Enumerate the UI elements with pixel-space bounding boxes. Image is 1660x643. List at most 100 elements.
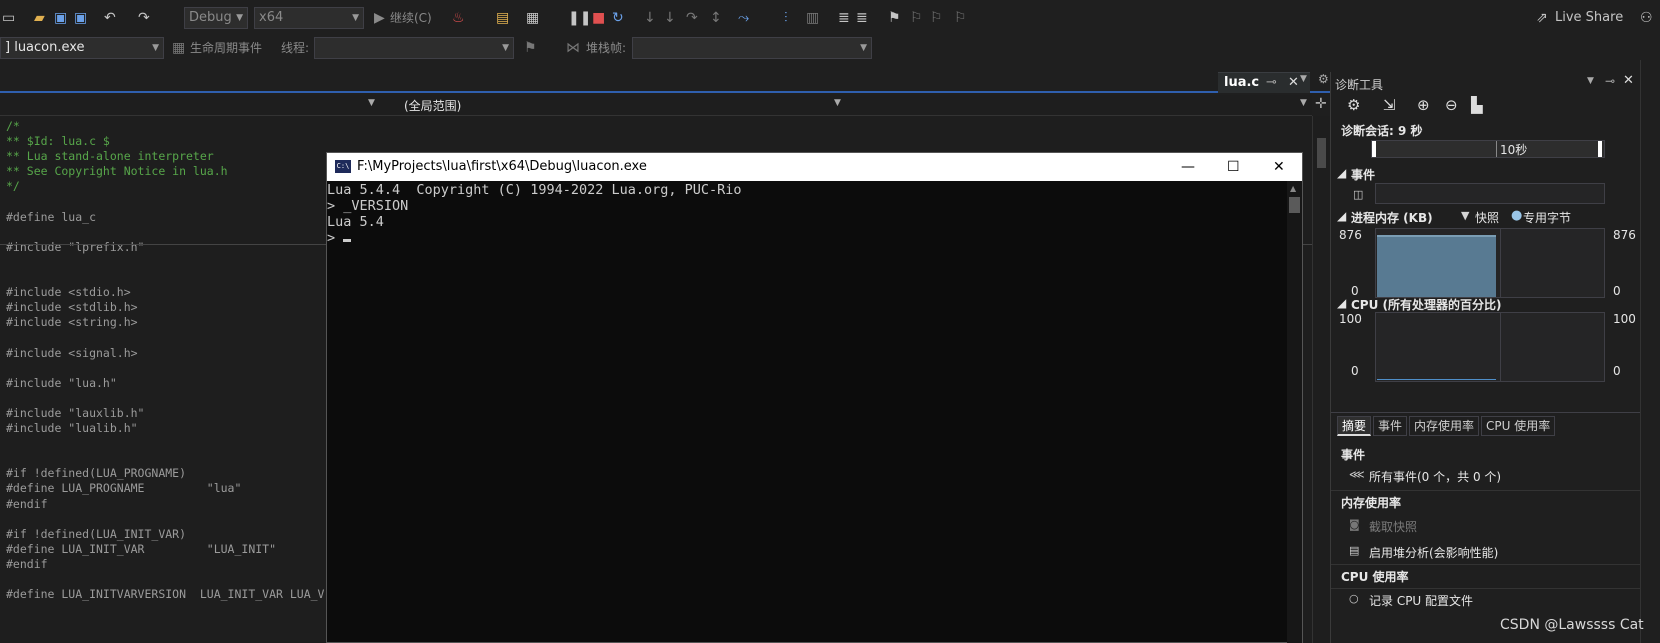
close-icon[interactable]: ✕	[1623, 73, 1634, 88]
watermark: CSDN @Lawssss Cat	[1500, 617, 1644, 633]
step-back-icon[interactable]: ↕	[710, 9, 722, 27]
timeline-ruler[interactable]: 10秒	[1371, 140, 1605, 158]
stackframe-select[interactable]: ▼	[632, 37, 872, 59]
record-cpu-profile[interactable]: 记录 CPU 配置文件	[1369, 592, 1473, 609]
console-scrollbar[interactable]: ▲	[1287, 181, 1302, 643]
tab-cpu-usage[interactable]: CPU 使用率	[1481, 416, 1556, 436]
pin-icon[interactable]: ⊸	[1605, 74, 1615, 88]
scroll-up-icon[interactable]: ▲	[1290, 184, 1299, 194]
split-editor-icon[interactable]: ✛	[1315, 96, 1327, 112]
continue-icon[interactable]: ▶	[374, 9, 385, 27]
take-snapshot-button[interactable]: 截取快照	[1369, 518, 1417, 535]
step-into-icon[interactable]: ↓	[644, 9, 656, 27]
stop-icon[interactable]: ■	[592, 9, 605, 27]
tab-events[interactable]: 事件	[1373, 416, 1408, 436]
clear-bookmark-icon[interactable]: ⚐	[954, 9, 967, 27]
editor-vertical-scrollbar[interactable]	[1312, 116, 1330, 643]
thread-select[interactable]: ▼	[314, 37, 514, 59]
reset-zoom-icon[interactable]: ▙	[1471, 96, 1483, 114]
redo-icon[interactable]: ↷	[138, 9, 150, 27]
console-line: Lua 5.4.4 Copyright (C) 1994-2022 Lua.or…	[327, 182, 742, 198]
undo-icon[interactable]: ↶	[104, 9, 116, 27]
pause-icon[interactable]: ❚❚	[568, 9, 591, 27]
code-line: */	[6, 179, 20, 194]
snapshot-legend-icon: ▼	[1461, 209, 1470, 222]
console-window[interactable]: C:\ F:\MyProjects\lua\first\x64\Debug\lu…	[326, 152, 1303, 643]
outdent-icon[interactable]: ≣	[856, 9, 868, 27]
divider	[1331, 564, 1641, 565]
save-icon[interactable]: ▣	[54, 9, 67, 27]
restart-icon[interactable]: ↻	[612, 9, 624, 27]
step-out-icon[interactable]: ↷	[686, 9, 698, 27]
flag-icon[interactable]: ⚑	[524, 39, 537, 57]
collapse-icon[interactable]: ◢	[1337, 209, 1346, 223]
hot-reload-icon[interactable]: ♨	[452, 9, 465, 27]
export-icon[interactable]: ⇲	[1383, 96, 1396, 114]
memory-min-right: 0	[1613, 284, 1621, 298]
code-line: #include "lprefix.h"	[6, 239, 145, 254]
events-track[interactable]	[1375, 183, 1605, 204]
lifecycle-events-label[interactable]: 生命周期事件	[190, 39, 262, 57]
tab-summary[interactable]: 摘要	[1337, 416, 1372, 436]
settings-gear-icon[interactable]: ⚙	[1347, 96, 1360, 114]
events-section-header: 事件	[1351, 168, 1376, 182]
close-button[interactable]: ✕	[1273, 153, 1285, 181]
prev-bookmark-icon[interactable]: ⚐	[910, 9, 923, 27]
stack-icon[interactable]: ▥	[806, 9, 819, 27]
chevron-down-icon[interactable]: ▼	[1587, 76, 1594, 86]
events-pause-icon: ◫	[1353, 188, 1364, 201]
cpu-max-left: 100	[1339, 312, 1362, 326]
scrollbar-thumb[interactable]	[1289, 197, 1300, 213]
save-all-icon[interactable]: ▣	[74, 9, 87, 27]
cpu-chart[interactable]	[1375, 312, 1605, 382]
maximize-button[interactable]: ☐	[1227, 153, 1240, 181]
chevron-down-icon[interactable]: ▼	[368, 98, 375, 108]
thread-label: 线程:	[281, 41, 310, 55]
account-icon[interactable]: ⚇	[1640, 9, 1653, 27]
tab-memory-usage[interactable]: 内存使用率	[1409, 416, 1480, 436]
minimize-button[interactable]: —	[1181, 153, 1195, 181]
console-output[interactable]: Lua 5.4.4 Copyright (C) 1994-2022 Lua.or…	[327, 181, 1287, 643]
chevron-down-icon[interactable]: ▼	[834, 98, 841, 108]
collapse-icon[interactable]: ◢	[1337, 296, 1346, 310]
close-icon[interactable]: ✕	[1288, 73, 1299, 92]
settings-gear-icon[interactable]: ⚙	[1318, 72, 1329, 86]
zoom-out-icon[interactable]: ⊖	[1445, 96, 1458, 114]
enable-heap-profiling[interactable]: 启用堆分析(会影响性能)	[1369, 544, 1498, 561]
platform-select[interactable]: x64 ▼	[254, 7, 364, 29]
show-threads-icon[interactable]: ⫶	[784, 9, 788, 27]
lifecycle-icon: ▦	[172, 40, 186, 56]
timeline-start-handle[interactable]	[1372, 141, 1376, 157]
zoom-in-icon[interactable]: ⊕	[1417, 96, 1430, 114]
continue-button[interactable]: 继续(C)	[390, 9, 432, 27]
new-project-icon[interactable]: ▭	[2, 9, 15, 27]
code-line: ** Lua stand-alone interpreter	[6, 149, 214, 164]
code-line: #include <stdio.h>	[6, 285, 131, 300]
open-folder-icon[interactable]: ▰	[34, 9, 45, 27]
memory-chart[interactable]	[1375, 228, 1605, 298]
live-share-icon[interactable]: ⇗	[1536, 9, 1548, 27]
tab-lua-c[interactable]: lua.c ⊸ ✕	[1218, 72, 1310, 93]
pin-icon[interactable]: ⊸	[1266, 73, 1277, 92]
next-bookmark-icon[interactable]: ⚐	[930, 9, 943, 27]
tab-list-chevron-icon[interactable]: ▼	[1300, 74, 1307, 84]
configuration-select[interactable]: Debug ▼	[184, 7, 248, 29]
process-select[interactable]: ] luacon.exe ▼	[0, 37, 164, 59]
collapse-icon[interactable]: ◢	[1337, 166, 1346, 180]
all-events-link[interactable]: 所有事件(0 个，共 0 个)	[1369, 468, 1501, 485]
project-folder-icon[interactable]: ▤	[496, 9, 509, 27]
step-over-icon[interactable]: ↓	[664, 9, 676, 27]
chevron-down-icon[interactable]: ▼	[1300, 98, 1307, 108]
timeline-end-handle[interactable]	[1598, 141, 1602, 157]
bookmark-icon[interactable]: ⚑	[888, 9, 901, 27]
layout-icon[interactable]: ▦	[526, 9, 539, 27]
scrollbar-thumb[interactable]	[1317, 138, 1326, 168]
indent-icon[interactable]: ≣	[838, 9, 850, 27]
editor-navigation-bar: ▼ (全局范围) ▼ ▼	[0, 95, 1312, 116]
stackframe-label: 堆栈帧:	[586, 41, 627, 55]
breakpoint-filter-icon[interactable]: ⤳	[738, 9, 749, 27]
console-titlebar[interactable]: C:\ F:\MyProjects\lua\first\x64\Debug\lu…	[327, 153, 1302, 181]
console-title: F:\MyProjects\lua\first\x64\Debug\luacon…	[357, 159, 647, 174]
scope-dropdown[interactable]: (全局范围)	[404, 97, 461, 114]
live-share-button[interactable]: Live Share	[1555, 9, 1623, 27]
